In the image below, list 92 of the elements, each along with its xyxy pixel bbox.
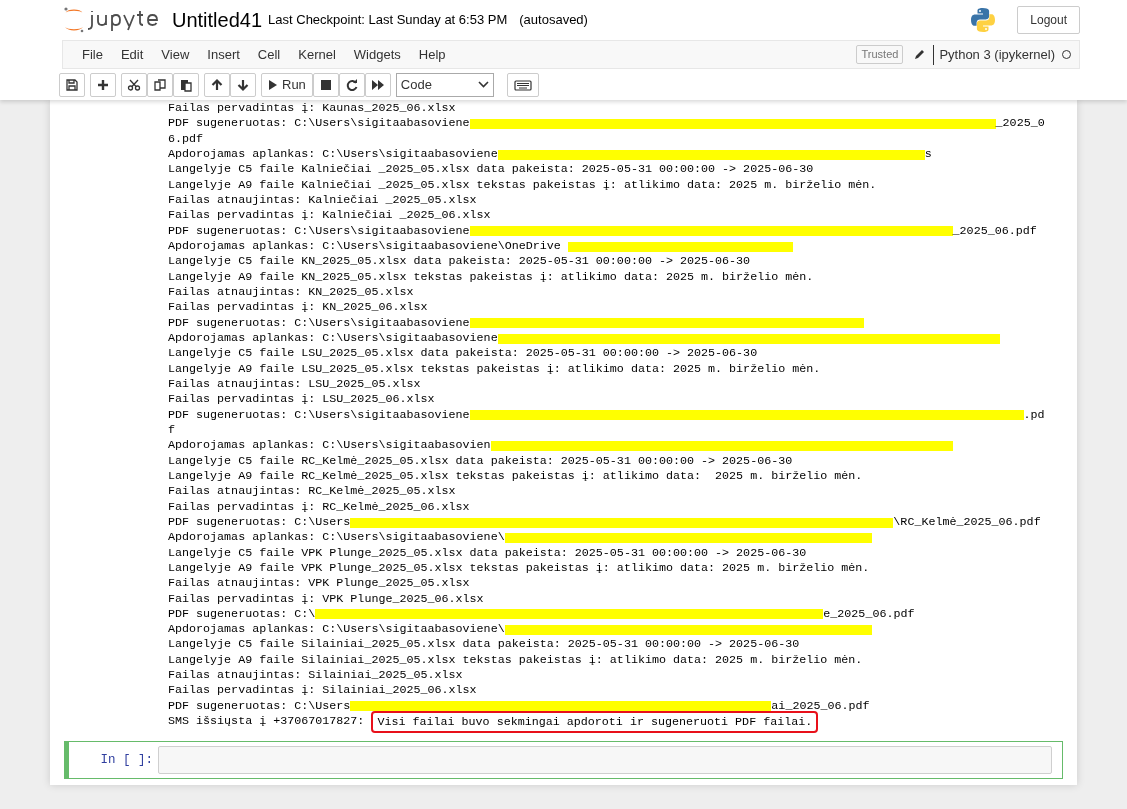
run-button[interactable]: Run: [261, 72, 313, 97]
output-text: Langelyje A9 faile LSU_2025_05.xlsx tekstas pakeistas į: atlikimo data: 2025 m. birželio mėn.: [168, 361, 821, 377]
move-up-button[interactable]: [204, 72, 230, 97]
kernel-name[interactable]: Python 3 (ipykernel): [939, 44, 1055, 65]
add-cell-button[interactable]: [90, 72, 116, 97]
output-text: Failas pervadintas į: Silainiai_2025_06.xlsx: [168, 683, 477, 699]
output-text: Failas pervadintas į: KN_2025_06.xlsx: [168, 300, 428, 316]
output-text: 6.pdf: [168, 131, 204, 147]
output-text: Langelyje A9 faile RC_Kelmė_2025_05.xlsx tekstas pakeistas į: atlikimo data: 2025 m. birželio mėn.: [168, 468, 863, 485]
output-text: PDF sugeneruotas: C:\: [168, 606, 316, 623]
arrow-down-icon: [236, 77, 250, 92]
fast-forward-icon: [370, 77, 385, 92]
output-text: Langelyje C5 faile Kalniečiai _2025_05.xlsx data pakeista: 2025-05-31 00:00:00 -> 2025-06-30: [168, 162, 814, 178]
restart-icon: [344, 77, 359, 92]
play-icon: [268, 78, 278, 91]
output-text: Langelyje C5 faile RC_Kelmė_2025_05.xlsx data pakeista: 2025-05-31 00:00:00 -> 2025-06-30: [168, 453, 793, 469]
jupyter-logo-icon[interactable]: [62, 5, 158, 35]
paste-icon: [179, 77, 193, 92]
pencil-icon[interactable]: [914, 49, 926, 60]
output-text: Apdorojamas aplankas: C:\Users\sigitaabasoviene: [168, 330, 498, 347]
output-text: Failas pervadintas į: LSU_2025_06.xlsx: [168, 392, 435, 408]
logout-button[interactable]: Logout: [1017, 6, 1080, 34]
caret-icon: [477, 81, 489, 88]
python-logo-icon: [970, 7, 997, 33]
output-text: Apdorojamas aplankas: C:\Users\sigitaabasoviene\: [168, 622, 505, 638]
menu-item[interactable]: Help: [409, 44, 455, 65]
output-text: Langelyje A9 faile Silainiai_2025_05.xlsx tekstas pakeistas į: atlikimo data: 2025 m. birželio mėn.: [168, 652, 863, 669]
scissors-icon: [127, 77, 141, 92]
output-text: Failas pervadintas į: Kalniečiai _2025_06.xlsx: [168, 208, 491, 224]
save-icon: [65, 77, 79, 92]
copy-button[interactable]: [147, 72, 173, 97]
output-text: Failas atnaujintas: KN_2025_05.xlsx: [168, 284, 414, 301]
menu-item[interactable]: Widgets: [344, 44, 410, 65]
output-text: Langelyje C5 faile KN_2025_05.xlsx data pakeista: 2025-05-31 00:00:00 -> 2025-06-30: [168, 254, 751, 270]
keyboard-button[interactable]: [506, 72, 539, 97]
arrow-up-icon: [210, 77, 224, 92]
plus-icon: [96, 77, 110, 92]
output-text: Failas atnaujintas: Kalniečiai _2025_05.xlsx: [168, 192, 477, 209]
output-text: PDF sugeneruotas: C:\Users: [168, 698, 351, 715]
code-cell[interactable]: In [ ]:: [64, 741, 1063, 780]
stop-button[interactable]: [312, 72, 339, 97]
autosave-status: (autosaved): [519, 11, 588, 30]
output-text: Failas atnaujintas: Silainiai_2025_05.xlsx: [168, 668, 463, 684]
output-text: PDF sugeneruotas: C:\Users: [168, 514, 351, 531]
cell-type-dropdown[interactable]: Code: [395, 72, 494, 97]
trusted-badge[interactable]: Trusted: [856, 45, 904, 64]
code-input-field[interactable]: [158, 746, 1052, 775]
output-text: PDF sugeneruotas: C:\Users\sigitaabasoviene: [168, 315, 470, 331]
output-text: PDF sugeneruotas: C:\Users\sigitaabasoviene: [168, 223, 470, 239]
menu-item[interactable]: Kernel: [289, 44, 345, 65]
output-text: Langelyje C5 faile Silainiai_2025_05.xlsx data pakeista: 2025-05-31 00:00:00 -> 2025-06-30: [168, 637, 800, 653]
cut-button[interactable]: [121, 72, 147, 97]
output-text: Langelyje A9 faile KN_2025_05.xlsx tekstas pakeistas į: atlikimo data: 2025 m. birželio mėn.: [168, 269, 814, 285]
checkpoint-text: Last Checkpoint: Last Sunday at 6:53 PM: [268, 11, 508, 30]
run-all-button[interactable]: [364, 72, 391, 97]
stop-icon: [318, 77, 333, 92]
output-text: Apdorojamas aplankas: C:\Users\sigitaabasoviene\OneDrive: [168, 238, 562, 255]
output-text: s: [924, 147, 932, 163]
output-text: Langelyje C5 faile LSU_2025_05.xlsx data pakeista: 2025-05-31 00:00:00 -> 2025-06-30: [168, 346, 758, 362]
output-text: Failas pervadintas į: RC_Kelmė_2025_06.xlsx: [168, 499, 470, 515]
menu-item[interactable]: View: [152, 44, 199, 65]
output-text: Failas pervadintas į: VPK Plunge_2025_06.xlsx: [168, 591, 484, 607]
menu-item[interactable]: Cell: [248, 44, 290, 65]
move-down-button[interactable]: [230, 72, 256, 97]
output-text: .pd: [1023, 407, 1045, 423]
restart-button[interactable]: [338, 72, 365, 97]
output-text: Langelyje A9 faile VPK Plunge_2025_05.xlsx tekstas pakeistas į: atlikimo data: 2025 m. birželio mėn.: [168, 560, 870, 577]
menu-item[interactable]: File: [73, 44, 112, 65]
output-text: f: [168, 422, 175, 439]
output-text: Apdorojamas aplankas: C:\Users\sigitaabasoviene\: [168, 530, 505, 546]
output-text: Langelyje C5 faile VPK Plunge_2025_05.xlsx data pakeista: 2025-05-31 00:00:00 -> 2025-06-30: [168, 545, 807, 561]
copy-icon: [153, 77, 167, 92]
output-text: Failas atnaujintas: RC_Kelmė_2025_05.xlsx: [168, 484, 456, 500]
output-text: Failas atnaujintas: VPK Plunge_2025_05.xlsx: [168, 576, 470, 592]
output-text: Failas pervadintas į: Kaunas_2025_06.xlsx: [168, 101, 456, 117]
notebook-title[interactable]: Untitled41: [172, 5, 263, 35]
paste-button[interactable]: [173, 72, 199, 97]
save-button[interactable]: [59, 72, 85, 97]
output-text: Apdorojamas aplankas: C:\Users\sigitaabasoviene: [168, 147, 498, 163]
keyboard-icon: [513, 77, 532, 92]
output-text: PDF sugeneruotas: C:\Users\sigitaabasoviene: [168, 407, 470, 423]
output-text: Langelyje A9 faile Kalniečiai _2025_05.xlsx tekstas pakeistas į: atlikimo data: 2025 m. birželio mėn.: [168, 177, 877, 193]
output-text: SMS išsiųsta į +37067017827:: [168, 714, 366, 730]
input-prompt: In [ ]:: [99, 752, 154, 770]
menu-item[interactable]: Insert: [198, 44, 249, 65]
circled-output-text: Visi failai buvo sekmingai apdoroti ir sugeneruoti PDF failai.: [371, 710, 819, 733]
output-text: PDF sugeneruotas: C:\Users\sigitaabasoviene: [168, 116, 470, 132]
output-text: \RC_Kelmė_2025_06.pdf: [893, 514, 1041, 531]
output-text: Apdorojamas aplankas: C:\Users\sigitaabasovien: [168, 438, 491, 454]
menu-item[interactable]: Edit: [111, 44, 153, 65]
output-text: e_2025_06.pdf: [823, 606, 915, 623]
output-text: Failas atnaujintas: LSU_2025_05.xlsx: [168, 376, 421, 393]
